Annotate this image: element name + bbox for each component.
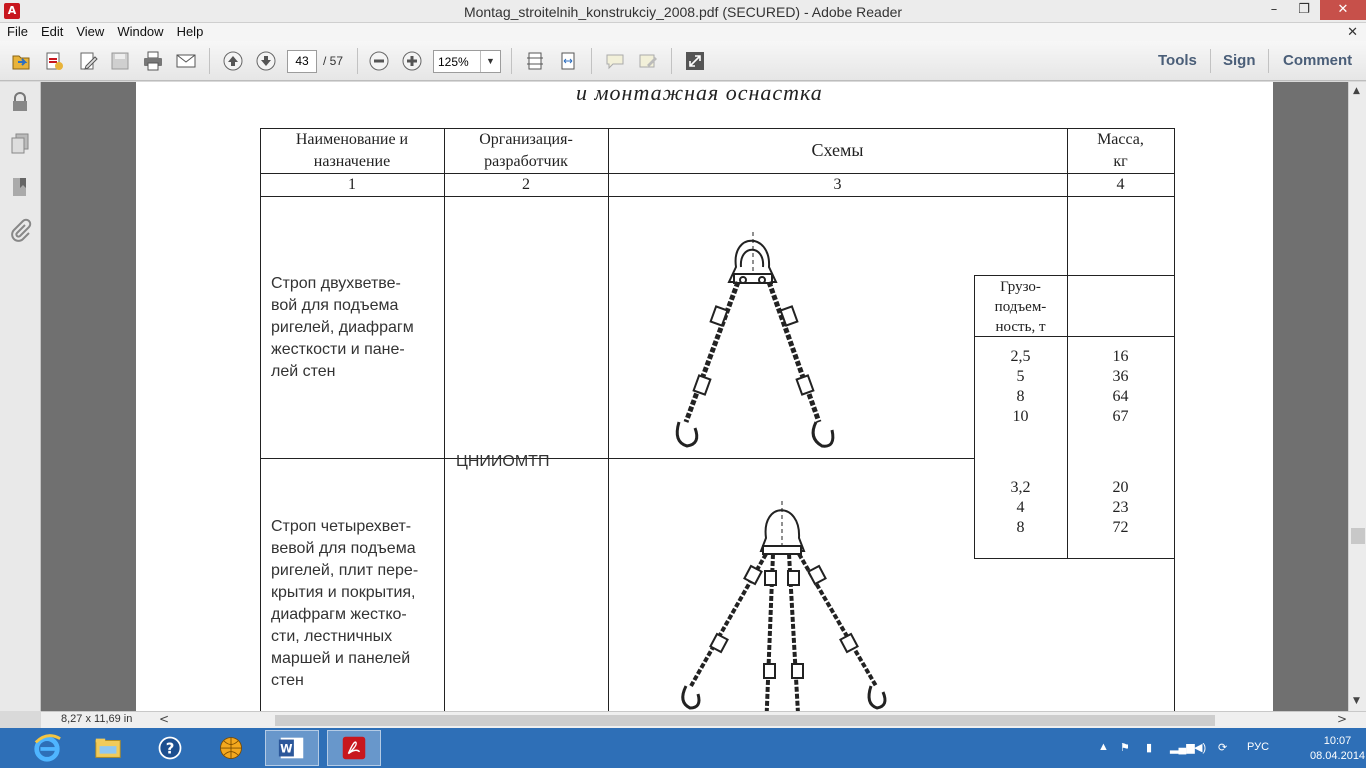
pdf-page: и монтажная оснастка Наименование и назн… (136, 82, 1273, 711)
attachments-paperclip-icon[interactable] (8, 218, 32, 242)
menu-help[interactable]: Help (170, 23, 210, 39)
table-border (444, 128, 445, 711)
table-border (608, 458, 974, 459)
menu-window[interactable]: Window (110, 23, 169, 39)
zoom-value: 125% (438, 55, 469, 69)
table-border (260, 196, 1175, 197)
vertical-scrollbar[interactable]: ▲ ▼ (1348, 82, 1366, 711)
page-thumbnails-icon[interactable] (8, 132, 32, 156)
close-button[interactable]: ✕ (1320, 0, 1366, 20)
comment-bubble-icon[interactable] (603, 50, 627, 72)
internet-explorer-icon[interactable] (20, 730, 74, 766)
table-border (608, 128, 609, 711)
page-number-input[interactable]: 43 (287, 50, 317, 73)
print-icon[interactable] (141, 50, 165, 72)
open-file-icon[interactable] (9, 50, 33, 72)
table-row-1-name: Строп двухветве- вой для подъема ригелей… (271, 275, 414, 380)
highlight-pen-icon[interactable] (636, 50, 660, 72)
status-bar: 8,27 x 11,69 in < > (41, 711, 1366, 728)
keyboard-language[interactable]: РУС (1247, 741, 1269, 753)
table-border (974, 558, 1175, 559)
adobe-reader-taskbar-icon[interactable] (327, 730, 381, 766)
table-header-schemes: Схемы (811, 140, 864, 160)
capacity-subheader: Грузо- подъем- ность, т (994, 279, 1047, 335)
page-heading: и монтажная оснастка (576, 82, 823, 105)
restore-button[interactable]: ❐ (1290, 0, 1318, 20)
table-row-1-capacity: 2,5 5 8 10 (1010, 348, 1031, 425)
table-header-organization: Организация- разработчик (479, 131, 573, 170)
action-center-flag-icon[interactable]: ⚑ (1120, 741, 1130, 754)
table-row-2-mass: 20 23 72 (1112, 479, 1129, 536)
next-page-icon[interactable] (254, 50, 278, 72)
volume-icon[interactable]: ◀) (1194, 741, 1206, 754)
clock[interactable]: 10:07 08.04.2014 (1310, 734, 1365, 764)
page-total: / 57 (323, 54, 344, 68)
table-border-right (1174, 128, 1175, 711)
table-row-2-capacity: 3,2 4 8 (1010, 479, 1031, 536)
sign-tab[interactable]: Sign (1223, 52, 1256, 69)
lock-icon[interactable] (8, 90, 32, 114)
minimize-button[interactable]: – (1260, 0, 1288, 20)
clock-time: 10:07 (1323, 735, 1352, 747)
scroll-down-icon[interactable]: ▼ (1353, 696, 1360, 706)
svg-text:W: W (280, 743, 293, 756)
edit-pdf-icon[interactable] (76, 50, 100, 72)
create-pdf-icon[interactable] (42, 50, 66, 72)
table-row-1-mass: 16 36 64 67 (1112, 348, 1129, 425)
column-number: 4 (1116, 176, 1125, 193)
menu-edit[interactable]: Edit (34, 23, 69, 39)
navigation-pane (0, 82, 41, 711)
sync-icon[interactable]: ⟳ (1218, 741, 1227, 754)
chevron-down-icon[interactable]: ▼ (480, 51, 500, 72)
column-number: 2 (522, 176, 530, 193)
table-border-left (260, 128, 261, 711)
bookmarks-icon[interactable] (8, 175, 32, 199)
zoom-select[interactable]: 125% ▼ (433, 50, 501, 73)
close-document-button[interactable]: ✕ (1347, 24, 1358, 40)
fit-page-icon[interactable] (523, 50, 547, 72)
tools-tab[interactable]: Tools (1158, 52, 1197, 69)
organization-name: ЦНИИОМТП (456, 453, 550, 470)
table-header-mass: Масса, кг (1097, 131, 1144, 170)
vertical-scroll-thumb[interactable] (1351, 528, 1365, 544)
page-size-label: 8,27 x 11,69 in (61, 713, 133, 725)
scroll-left-icon[interactable]: < (159, 712, 169, 726)
tray-expand-icon[interactable]: ▲ (1098, 741, 1109, 753)
column-number: 3 (833, 176, 842, 193)
zoom-in-icon[interactable] (400, 50, 424, 72)
table-row-2-name: Строп четырехвет- вевой для подъема риге… (271, 518, 419, 689)
battery-icon[interactable]: ▮ (1146, 741, 1152, 754)
file-explorer-icon[interactable] (81, 730, 135, 766)
help-icon[interactable]: ? (143, 730, 197, 766)
four-leg-sling-diagram (681, 501, 887, 711)
table-border (974, 275, 1175, 276)
taskbar: ? W ▲ ⚑ ▮ ▂▄▆ ◀) ⟳ РУС 10:07 08.04.2014 (0, 728, 1366, 768)
menu-view[interactable]: View (69, 23, 110, 39)
column-number: 1 (348, 176, 356, 193)
table-header-name: Наименование и назначение (295, 131, 409, 170)
scroll-up-icon[interactable]: ▲ (1353, 86, 1360, 96)
fit-width-icon[interactable] (556, 50, 580, 72)
two-leg-sling-diagram (675, 232, 835, 448)
word-taskbar-icon[interactable]: W (265, 730, 319, 766)
globe-app-icon[interactable] (204, 730, 258, 766)
toolbar: 43 / 57 125% ▼ Tools Sign Comment (0, 41, 1366, 81)
scroll-right-icon[interactable]: > (1337, 712, 1347, 726)
save-icon[interactable] (108, 50, 132, 72)
horizontal-scroll-thumb[interactable] (275, 715, 1215, 726)
comment-tab[interactable]: Comment (1283, 52, 1352, 69)
document-viewport[interactable]: и монтажная оснастка Наименование и назн… (41, 82, 1348, 711)
zoom-out-icon[interactable] (367, 50, 391, 72)
clock-date: 08.04.2014 (1310, 750, 1366, 762)
window-title: Montag_stroitelnih_konstrukciy_2008.pdf … (463, 4, 903, 20)
email-icon[interactable] (174, 50, 198, 72)
previous-page-icon[interactable] (221, 50, 245, 72)
menu-bar: File Edit View Window Help ✕ (0, 23, 1366, 41)
network-signal-icon[interactable]: ▂▄▆ (1170, 741, 1195, 754)
title-bar: A Montag_stroitelnih_konstrukciy_2008.pd… (0, 0, 1366, 23)
svg-text:?: ? (166, 739, 175, 757)
full-screen-icon[interactable] (683, 50, 707, 72)
menu-file[interactable]: File (0, 23, 34, 39)
